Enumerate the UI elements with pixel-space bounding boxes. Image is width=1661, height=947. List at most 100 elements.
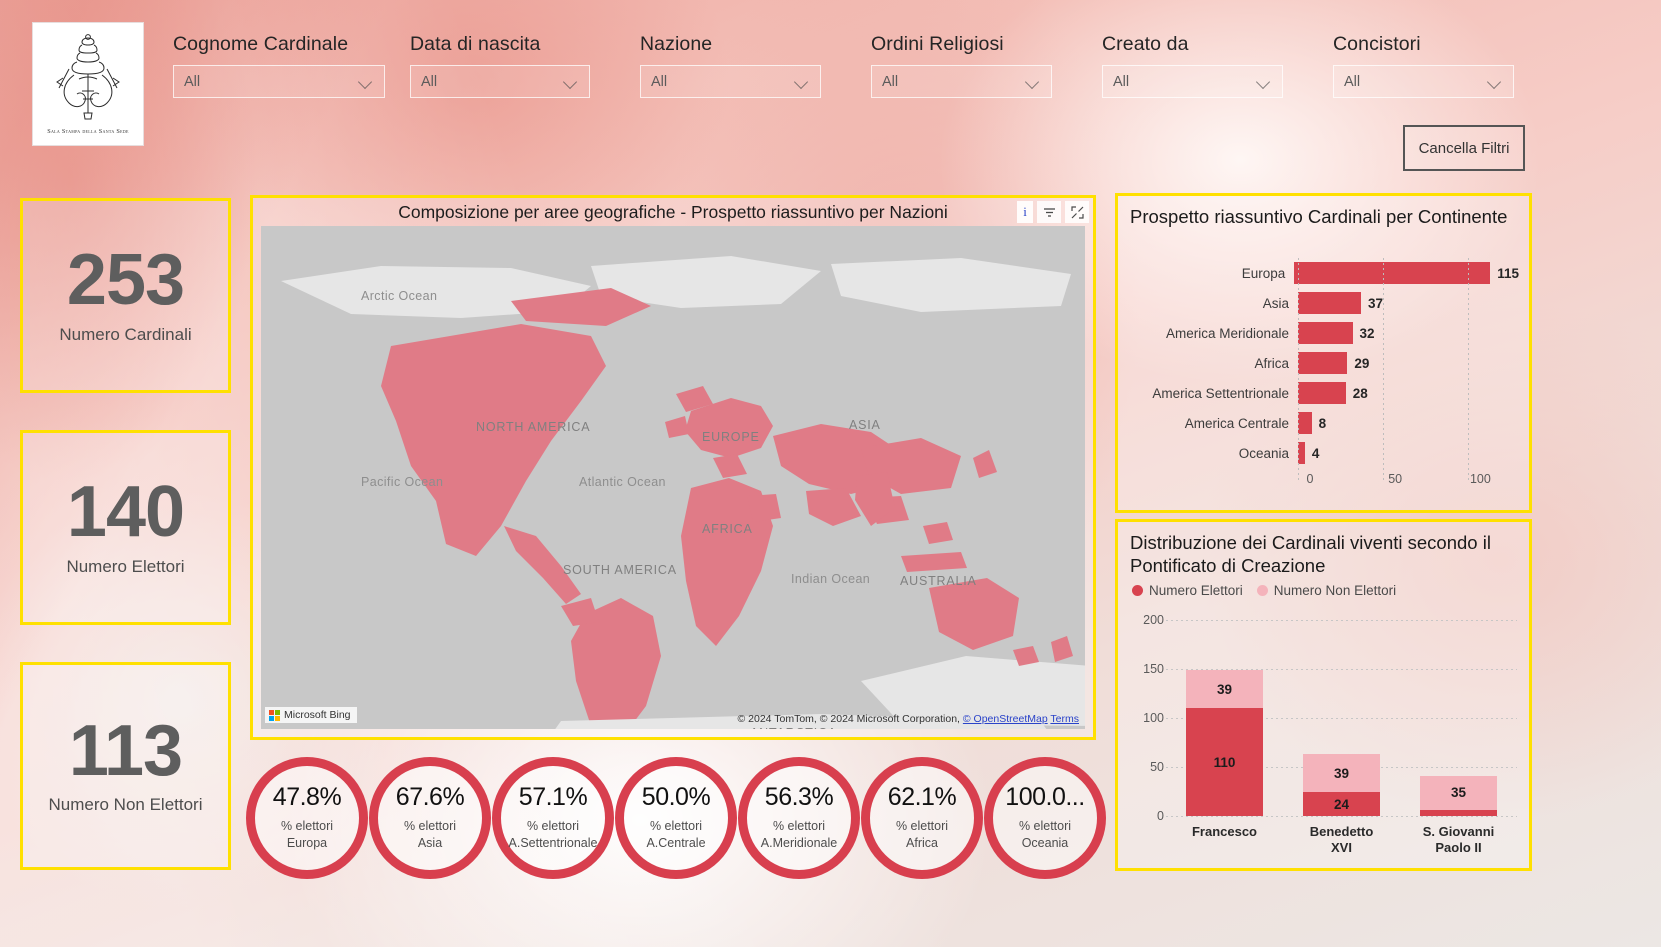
- filter-ordini-religiosi: Ordini Religiosi All: [871, 33, 1052, 98]
- bar-row[interactable]: America Meridionale 32: [1130, 318, 1519, 348]
- gauge-label-line1: % elettori: [526, 819, 580, 833]
- continent-label-south-america: SOUTH AMERICA: [563, 563, 677, 577]
- bar-row[interactable]: Europa 115: [1130, 258, 1519, 288]
- filter-dropdown[interactable]: All: [640, 65, 821, 98]
- panel-cardinali-per-continente: Prospetto riassuntivo Cardinali per Cont…: [1115, 193, 1532, 513]
- chevron-down-icon: [795, 77, 810, 86]
- bing-label: Microsoft Bing: [284, 709, 351, 721]
- bar-row[interactable]: Africa 29: [1130, 348, 1519, 378]
- stack-segment: 24: [1303, 792, 1380, 816]
- attribution-text: © 2024 TomTom, © 2024 Microsoft Corporat…: [737, 713, 960, 725]
- stack-segment: 39: [1303, 754, 1380, 793]
- bar-row[interactable]: Asia 37: [1130, 288, 1519, 318]
- focus-mode-icon[interactable]: [1065, 201, 1089, 223]
- gauge-label: % elettori A.Centrale: [646, 818, 705, 852]
- continent-label-africa: AFRICA: [702, 522, 753, 536]
- legend-item-elettori[interactable]: Numero Elettori: [1132, 583, 1243, 598]
- filter-value: All: [1344, 73, 1361, 90]
- bar-row[interactable]: America Settentrionale 28: [1130, 378, 1519, 408]
- continent-label-asia: ASIA: [849, 418, 881, 432]
- gauge-elettori-a-meridionale: 56.3% % elettori A.Meridionale: [738, 757, 860, 879]
- plot-area: 110 39 Francesco 24 39 Benedetto XVI 35 S. Giov…: [1166, 620, 1517, 855]
- filter-value: All: [1113, 73, 1130, 90]
- gauge-elettori-a-centrale: 50.0% % elettori A.Centrale: [615, 757, 737, 879]
- world-map[interactable]: Arctic Ocean Pacific Ocean Atlantic Ocea…: [261, 226, 1085, 729]
- bar-row[interactable]: Oceania 4: [1130, 438, 1519, 468]
- x-axis-category-label: S. Giovanni Paolo II: [1422, 824, 1495, 856]
- kpi-card-numero-elettori: 140 Numero Elettori: [20, 430, 231, 625]
- gauge-value: 56.3%: [764, 783, 834, 811]
- filter-label: Data di nascita: [410, 33, 541, 55]
- filter-dropdown[interactable]: All: [173, 65, 385, 98]
- vatican-press-office-logo: Sala Stampa della Santa Sede: [32, 22, 144, 146]
- bar: [1298, 352, 1348, 374]
- legend-item-non-elettori[interactable]: Numero Non Elettori: [1256, 583, 1396, 598]
- filter-value: All: [882, 73, 899, 90]
- gauge-elettori-europa: 47.8% % elettori Europa: [246, 757, 368, 879]
- filter-concistori: Concistori All: [1333, 33, 1514, 98]
- x-axis-tick: 50: [1388, 472, 1403, 486]
- bar-track: 8: [1298, 408, 1519, 438]
- bar-category-label: Europa: [1241, 265, 1286, 281]
- gauge-label: % elettori A.Settentrionale: [509, 818, 598, 852]
- gauge-label: % elettori A.Meridionale: [761, 818, 837, 852]
- ocean-label-atlantic: Atlantic Ocean: [579, 475, 666, 489]
- filter-dropdown[interactable]: All: [1102, 65, 1283, 98]
- bing-logo: Microsoft Bing: [265, 707, 357, 723]
- filter-nazione: Nazione All: [640, 33, 821, 98]
- stacked-column[interactable]: 35 S. Giovanni Paolo II: [1420, 775, 1497, 855]
- map-header: Composizione per aree geografiche - Pros…: [253, 198, 1093, 226]
- stack-segment: 110: [1186, 708, 1263, 816]
- horizontal-bar-chart[interactable]: Europa 115 Asia 37 America Meridionale 32 Afri…: [1130, 258, 1519, 502]
- kpi-value: 113: [68, 710, 183, 791]
- chart-legend: Numero Elettori Numero Non Elettori: [1118, 577, 1529, 598]
- y-axis-tick: 200: [1143, 613, 1164, 627]
- bar: [1298, 412, 1312, 434]
- filter-creato-da: Creato da All: [1102, 33, 1283, 98]
- filter-icon[interactable]: [1037, 201, 1061, 223]
- bar-value-label: 32: [1359, 325, 1375, 341]
- microsoft-squares-icon: [269, 709, 280, 721]
- bar-track: 32: [1298, 318, 1519, 348]
- bar-track: 115: [1294, 258, 1519, 288]
- filter-cognome-cardinale: Cognome Cardinale All: [173, 33, 385, 98]
- x-axis-tick: 0: [1306, 472, 1314, 486]
- kpi-value: 140: [66, 472, 185, 553]
- chevron-down-icon: [564, 77, 579, 86]
- x-axis-category-label: Benedetto XVI: [1309, 824, 1374, 856]
- gauge-label: % elettori Europa: [281, 818, 333, 852]
- kpi-card-numero-non-elettori: 113 Numero Non Elettori: [20, 662, 231, 870]
- kpi-label: Numero Non Elettori: [48, 795, 203, 815]
- y-axis: 0 50 100 150 200: [1130, 613, 1164, 823]
- filter-value: All: [651, 73, 668, 90]
- gauge-label-line1: % elettori: [280, 819, 334, 833]
- kpi-value: 253: [66, 240, 185, 321]
- filter-label: Nazione: [640, 33, 713, 55]
- x-axis-tick: 100: [1469, 472, 1491, 486]
- filter-dropdown[interactable]: All: [871, 65, 1052, 98]
- map-visual-panel: Composizione per aree geografiche - Pros…: [250, 195, 1096, 740]
- filter-dropdown[interactable]: All: [410, 65, 590, 98]
- filter-label: Concistori: [1333, 33, 1421, 55]
- gauge-label: % elettori Asia: [404, 818, 456, 852]
- clear-filters-button[interactable]: Cancella Filtri: [1403, 125, 1525, 171]
- gauge-label: % elettori Oceania: [1019, 818, 1071, 852]
- gauge-label-line2: A.Centrale: [646, 835, 706, 850]
- openstreetmap-link[interactable]: © OpenStreetMap: [963, 713, 1048, 725]
- stacked-column[interactable]: 110 39 Francesco: [1186, 670, 1263, 839]
- stack-segment: 35: [1420, 775, 1497, 811]
- gridline: [1166, 816, 1517, 817]
- bar-row[interactable]: America Centrale 8: [1130, 408, 1519, 438]
- info-icon[interactable]: i: [1017, 201, 1033, 223]
- bar: [1298, 322, 1353, 344]
- kpi-label: Numero Elettori: [66, 556, 185, 576]
- x-axis-category-label: Francesco: [1191, 824, 1258, 839]
- stacked-column-chart[interactable]: 0 50 100 150 200 110 39 Francesco 24 39 Benedetto…: [1130, 613, 1521, 862]
- gridline: [1383, 258, 1385, 480]
- legend-color-swatch: [1132, 585, 1143, 597]
- terms-link[interactable]: Terms: [1050, 713, 1079, 725]
- bar-track: 37: [1298, 288, 1519, 318]
- filter-dropdown[interactable]: All: [1333, 65, 1514, 98]
- gauge-label-line2: Africa: [906, 835, 938, 850]
- stacked-column[interactable]: 24 39 Benedetto XVI: [1303, 754, 1380, 855]
